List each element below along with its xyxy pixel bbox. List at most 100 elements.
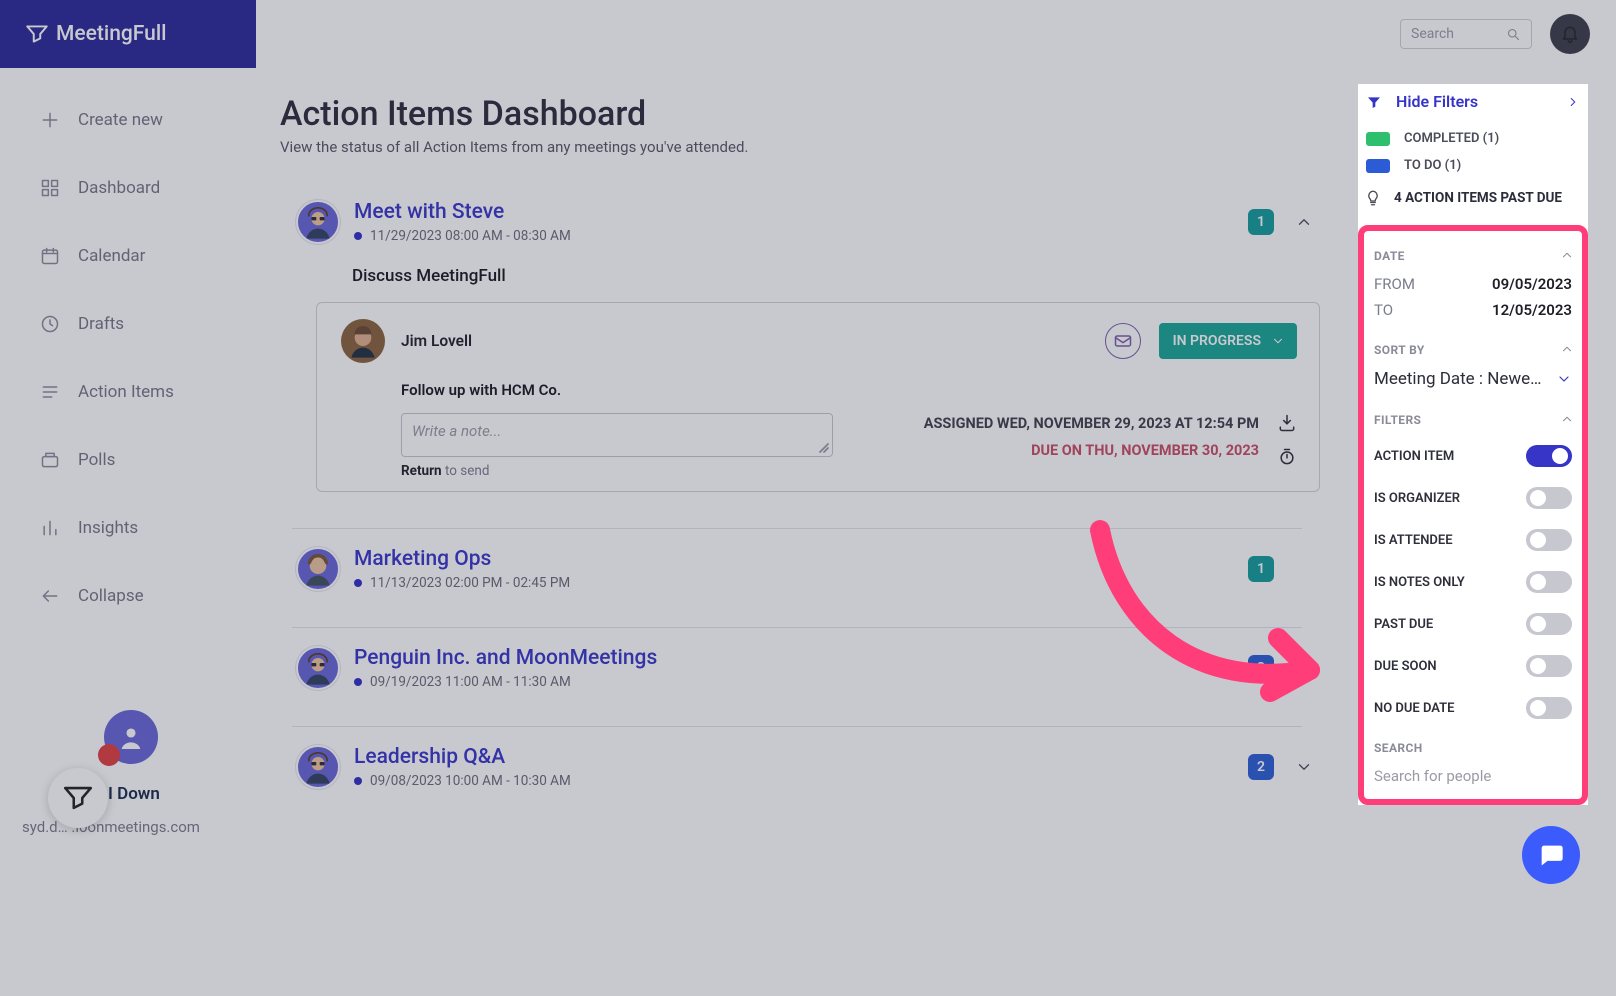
nav-label: Action Items [78, 382, 174, 402]
filter-todo[interactable]: TO DO (1) [1358, 152, 1588, 179]
nav-create-new[interactable]: Create new [0, 86, 256, 154]
nav-insights[interactable]: Insights [0, 494, 256, 562]
section-search: SEARCH [1374, 741, 1574, 755]
toggle-is-organizer[interactable]: IS ORGANIZER [1372, 477, 1574, 519]
switch-icon [1526, 487, 1572, 509]
toggle-no-due-date[interactable]: NO DUE DATE [1372, 687, 1574, 729]
mail-icon [1113, 331, 1133, 351]
meeting-list: Meet with Steve 11/29/2023 08:00 AM - 08… [280, 200, 1320, 807]
nav-label: Calendar [78, 246, 145, 266]
meeting-avatar [296, 200, 340, 244]
action-description: Follow up with HCM Co. [401, 381, 1297, 399]
status-dot [354, 678, 362, 686]
meeting-title[interactable]: Meet with Steve [354, 200, 1248, 224]
status-select[interactable]: IN PROGRESS [1159, 323, 1297, 359]
global-search[interactable]: Search [1400, 19, 1532, 49]
people-search[interactable]: Search for people [1372, 763, 1574, 785]
toggle-action-item[interactable]: ACTION ITEM [1372, 435, 1574, 477]
download-icon[interactable] [1277, 413, 1297, 433]
status-label: IN PROGRESS [1173, 333, 1261, 349]
search-placeholder: Search [1411, 26, 1454, 42]
nav-calendar[interactable]: Calendar [0, 222, 256, 290]
collapse-toggle[interactable] [1292, 755, 1316, 779]
toggle-is-attendee[interactable]: IS ATTENDEE [1372, 519, 1574, 561]
chat-button[interactable] [1522, 826, 1580, 884]
grid-icon [40, 178, 60, 198]
page-subtitle: View the status of all Action Items from… [280, 138, 1356, 156]
chevron-up-icon [1295, 213, 1313, 231]
status-dot [354, 232, 362, 240]
nav-label: Insights [78, 518, 138, 538]
divider [292, 726, 1302, 727]
pastdue-summary: 4 ACTION ITEMS PAST DUE [1358, 179, 1588, 225]
chevron-down-icon [1295, 758, 1313, 776]
swatch-icon [1366, 159, 1390, 173]
user-name: I Down [108, 784, 160, 804]
meeting-header[interactable]: Leadership Q&A 09/08/2023 10:00 AM - 10:… [280, 745, 1320, 789]
nav-label: Dashboard [78, 178, 160, 198]
chevron-up-icon[interactable] [1560, 342, 1574, 356]
email-button[interactable] [1105, 323, 1141, 359]
meeting-header[interactable]: Marketing Ops 11/13/2023 02:00 PM - 02:4… [280, 547, 1320, 591]
assignee-name: Jim Lovell [401, 332, 1089, 350]
meeting-avatar [296, 646, 340, 690]
nav-dashboard[interactable]: Dashboard [0, 154, 256, 222]
arrow-left-icon [40, 586, 60, 606]
stopwatch-icon[interactable] [1277, 447, 1297, 467]
toggle-due-soon[interactable]: DUE SOON [1372, 645, 1574, 687]
meeting-time: 09/08/2023 10:00 AM - 10:30 AM [370, 773, 571, 789]
filter-completed[interactable]: COMPLETED (1) [1358, 125, 1588, 152]
assignee-avatar [341, 319, 385, 363]
sort-select[interactable]: Meeting Date : Newe… [1372, 365, 1574, 393]
meeting-title[interactable]: Marketing Ops [354, 547, 1248, 571]
switch-icon [1526, 613, 1572, 635]
assigned-meta: ASSIGNED WED, NOVEMBER 29, 2023 AT 12:54… [924, 415, 1259, 432]
meeting-time: 11/29/2023 08:00 AM - 08:30 AM [370, 228, 571, 244]
meeting-header[interactable]: Penguin Inc. and MoonMeetings 09/19/2023… [280, 646, 1320, 690]
hide-filters-button[interactable]: Hide Filters [1358, 84, 1588, 125]
app-badge[interactable] [48, 768, 108, 828]
meeting-title[interactable]: Leadership Q&A [354, 745, 1248, 769]
notification-badge [98, 744, 120, 766]
clock-icon [40, 314, 60, 334]
collapse-toggle[interactable] [1292, 210, 1316, 234]
date-to[interactable]: TO12/05/2023 [1372, 297, 1574, 323]
chat-icon [1537, 841, 1565, 869]
status-dot [354, 777, 362, 785]
list-icon [40, 382, 60, 402]
lightbulb-icon [1364, 189, 1382, 207]
nav-drafts[interactable]: Drafts [0, 290, 256, 358]
nav-label: Create new [78, 110, 163, 130]
meeting-title[interactable]: Penguin Inc. and MoonMeetings [354, 646, 1248, 670]
switch-icon [1526, 529, 1572, 551]
toggle-is-notes-only[interactable]: IS NOTES ONLY [1372, 561, 1574, 603]
switch-icon [1526, 571, 1572, 593]
divider [292, 627, 1302, 628]
nav-polls[interactable]: Polls [0, 426, 256, 494]
nav-label: Polls [78, 450, 115, 470]
nav-action-items[interactable]: Action Items [0, 358, 256, 426]
filters-highlight: DATE FROM09/05/2023 TO12/05/2023 SORT BY… [1358, 225, 1588, 805]
chevron-up-icon[interactable] [1560, 412, 1574, 426]
nav-collapse[interactable]: Collapse [0, 562, 256, 630]
collapse-toggle[interactable] [1292, 656, 1316, 680]
chevron-up-icon[interactable] [1560, 248, 1574, 262]
meeting-header[interactable]: Meet with Steve 11/29/2023 08:00 AM - 08… [280, 200, 1320, 244]
toggle-past-due[interactable]: PAST DUE [1372, 603, 1574, 645]
brand[interactable]: MeetingFull [0, 0, 256, 68]
switch-icon [1526, 655, 1572, 677]
notifications-button[interactable] [1550, 14, 1590, 54]
bars-icon [40, 518, 60, 538]
meeting-avatar [296, 547, 340, 591]
calendar-icon [40, 246, 60, 266]
page-title: Action Items Dashboard [280, 94, 1356, 134]
person-icon [115, 721, 147, 753]
topbar: Search [256, 0, 1616, 68]
date-from[interactable]: FROM09/05/2023 [1372, 271, 1574, 297]
filters-panel: Hide Filters COMPLETED (1) TO DO (1) 4 A… [1358, 84, 1588, 805]
note-input[interactable]: Write a note... [401, 413, 833, 457]
filter-icon [1366, 94, 1382, 110]
meeting-card: Meet with Steve 11/29/2023 08:00 AM - 08… [280, 200, 1320, 510]
count-badge: 3 [1248, 655, 1274, 681]
section-sort: SORT BY [1374, 343, 1425, 357]
